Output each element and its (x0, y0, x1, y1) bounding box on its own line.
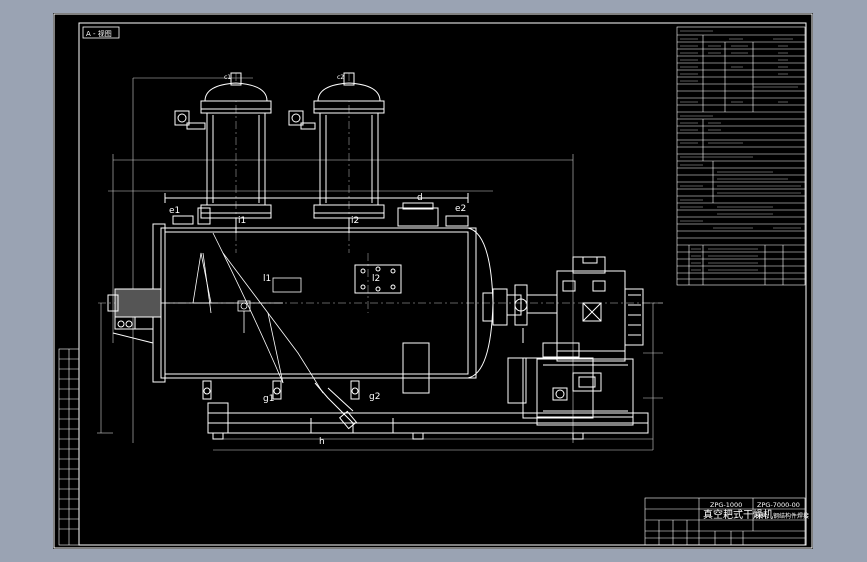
discharge-and-supports (202, 342, 594, 433)
spec-table (676, 26, 806, 286)
nozzle-label: l1 (263, 274, 271, 284)
nozzle-labels: e1 e2 d c1 c2 g1 g2 h i1 i2 l1 l2 (169, 74, 466, 447)
view-label-text: A - 视图 (86, 29, 112, 38)
nozzle-label: d (417, 193, 423, 203)
nozzle-label: e1 (169, 206, 180, 216)
view-label: A - 视图 (82, 26, 120, 39)
base-frame (207, 402, 649, 440)
drive-coupling (482, 284, 558, 343)
nozzle-label: e2 (455, 204, 466, 214)
nozzle-label: h (319, 437, 325, 447)
filter-column-right (288, 72, 385, 233)
nozzle-label: g1 (263, 394, 274, 404)
nozzle-label: c1 (224, 74, 231, 81)
title-drawing-code: ZPG-7000-00 (757, 501, 800, 509)
nozzle-label: l2 (372, 274, 380, 284)
spec-table-text-marks (680, 30, 801, 271)
filter-column-left (174, 72, 272, 233)
drive-motor (536, 358, 634, 426)
agitator-internals (161, 232, 324, 394)
inner-frame (78, 22, 807, 546)
gearbox (556, 256, 644, 362)
title-note: 材料：钢结构件焊接 (755, 512, 809, 520)
nozzle-label: i1 (238, 216, 246, 226)
nozzle-label: g2 (369, 392, 380, 402)
left-revision-strip (58, 348, 80, 546)
drawing-sheet: A - 视图 ZPG-1000 ZPG-7000-00 真空耙式干燥机 材料：钢… (53, 13, 813, 549)
outer-frame (53, 13, 813, 549)
nozzle-label: c2 (337, 74, 344, 81)
title-project-code: ZPG-1000 (710, 501, 742, 509)
nozzle-label: i2 (351, 216, 359, 226)
drum-shell (152, 193, 494, 383)
